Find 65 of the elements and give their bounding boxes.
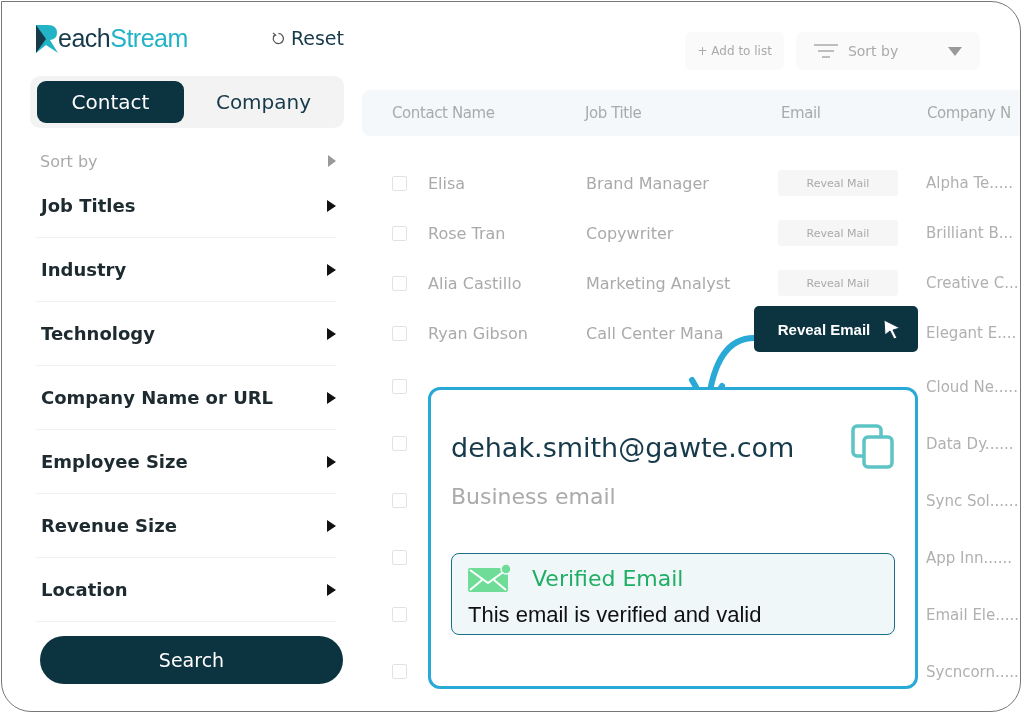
caret-icon <box>327 455 336 468</box>
row-checkbox[interactable] <box>392 379 407 394</box>
row-checkbox[interactable] <box>392 275 407 291</box>
email-type: Business email <box>451 484 617 509</box>
caret-icon[interactable] <box>328 155 336 167</box>
dropdown-caret-icon <box>947 46 962 56</box>
reveal-email-button[interactable]: Reveal Email <box>754 306 918 352</box>
row-checkbox[interactable] <box>392 175 407 191</box>
table-cell: Creative C... <box>926 274 1020 292</box>
filter-item[interactable]: Industry <box>36 238 336 302</box>
table-cell-text: Alpha Te..... <box>926 174 1015 192</box>
row-checkbox[interactable] <box>392 436 407 451</box>
row-checkbox[interactable] <box>392 325 407 341</box>
search-button[interactable]: Search <box>40 636 343 684</box>
table-cell-text: Data Dy...... <box>926 434 1015 453</box>
filter-item[interactable]: Technology <box>36 302 336 366</box>
column-header: Job Title <box>585 104 643 122</box>
table-cell-text: Rose Tran <box>428 223 507 243</box>
logo-mark-icon <box>36 23 58 53</box>
caret-icon <box>327 327 336 340</box>
caret-icon <box>327 391 336 404</box>
table-cell: Sycncorn...... <box>926 662 1020 681</box>
envelope-icon <box>468 564 512 592</box>
table-cell-text: Elegant E.... <box>926 324 1018 342</box>
caret-icon <box>327 263 336 276</box>
reset-button[interactable]: Reset <box>271 27 344 49</box>
row-checkbox[interactable] <box>392 550 407 565</box>
filter-icon <box>813 44 838 58</box>
tab[interactable]: Company <box>190 81 337 123</box>
table-cell-text: Cloud Ne..... <box>926 377 1019 396</box>
reset-icon <box>271 31 285 45</box>
table-cell-text: Brand Manager <box>586 173 710 193</box>
table-cell-text: Brilliant B... <box>926 224 1015 242</box>
caret-icon <box>327 519 336 532</box>
filter-item[interactable]: Company Name or URL <box>36 366 336 430</box>
copy-icon[interactable] <box>851 424 895 470</box>
table-cell: Email Ele...... <box>926 605 1020 624</box>
column-header: Email <box>781 104 822 122</box>
column-header: Contact Name <box>392 104 496 122</box>
table-cell: Sync Sol...... <box>926 491 1020 510</box>
caret-icon <box>327 583 336 596</box>
sort-label: Sort by <box>40 151 98 171</box>
cursor-icon <box>882 318 903 340</box>
table-cell-text: Alia Castillo <box>428 273 523 293</box>
table-cell-text: Elisa <box>428 173 467 193</box>
tab[interactable]: Contact <box>37 81 184 123</box>
filter-item[interactable]: Location <box>36 558 336 622</box>
row-checkbox[interactable] <box>392 664 407 679</box>
verified-message: This email is verified and valid <box>468 604 763 626</box>
row-checkbox[interactable] <box>392 493 407 508</box>
column-header: Company N <box>927 104 1012 122</box>
logo-text: eachStream <box>58 23 188 53</box>
filter-item[interactable]: Job Titles <box>36 174 336 238</box>
row-checkbox[interactable] <box>392 225 407 241</box>
filter-item[interactable]: Revenue Size <box>36 494 336 558</box>
table-cell-text: Copywriter <box>586 223 675 243</box>
caret-icon <box>327 199 336 212</box>
filter-item[interactable]: Employee Size <box>36 430 336 494</box>
row-checkbox[interactable] <box>392 607 407 622</box>
verified-title: Verified Email <box>532 565 684 591</box>
email-address: dehak.smith@gawte.com <box>451 431 795 463</box>
table-cell-text: Call Center Mana <box>586 323 725 343</box>
table-cell-text: Ryan Gibson <box>428 323 529 343</box>
table-cell-text: Marketing Analyst <box>586 273 732 293</box>
table-cell-text: App Inn...... <box>926 548 1014 567</box>
